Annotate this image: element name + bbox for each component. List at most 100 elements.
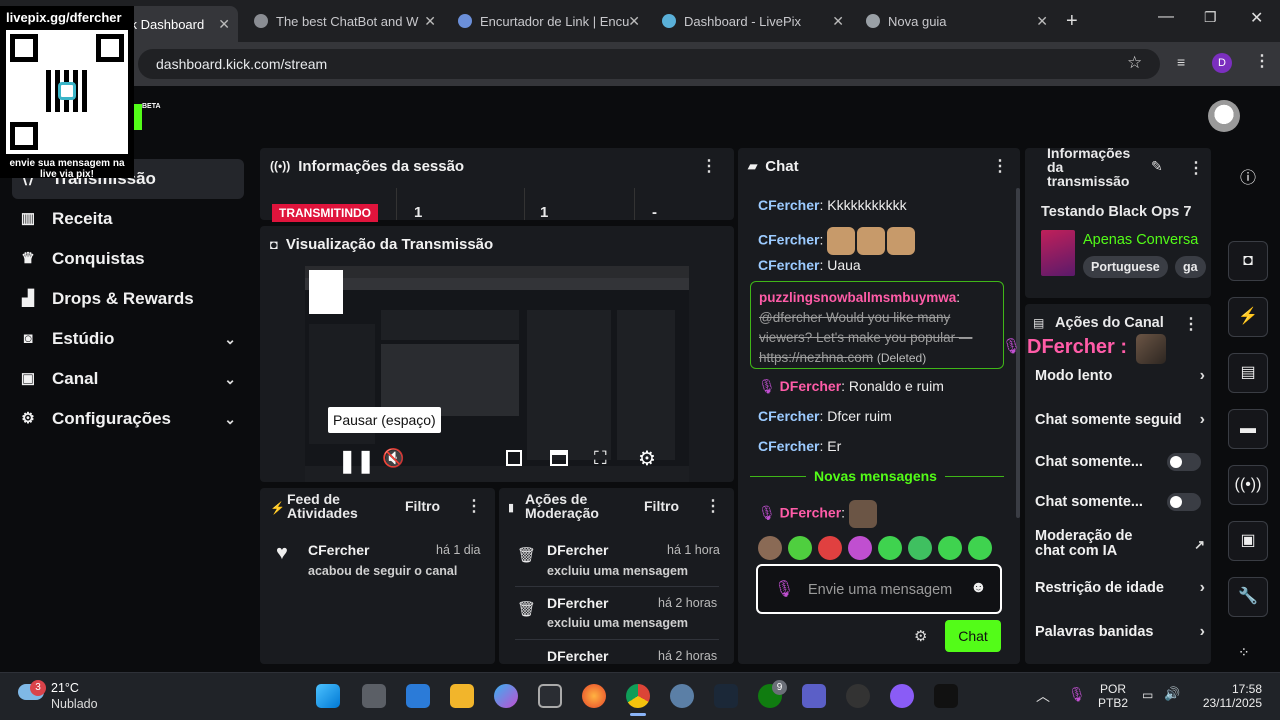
sidebar-item-estudio[interactable]: ◙ Estúdio ⌄: [12, 319, 244, 359]
volume-icon[interactable]: 🔊: [1164, 686, 1180, 702]
banned-words-row[interactable]: Palavras banidas ›: [1035, 622, 1205, 642]
slow-mode-row[interactable]: Modo lento ›: [1035, 366, 1205, 386]
restore-icon[interactable]: ❐: [1204, 9, 1217, 26]
sidebar-item-canal[interactable]: ▣ Canal ⌄: [12, 359, 244, 399]
theater-icon[interactable]: [550, 450, 568, 466]
emote-icon[interactable]: [878, 536, 902, 560]
send-chat-button[interactable]: Chat: [945, 620, 1001, 652]
app-icon[interactable]: [538, 684, 562, 708]
category-link[interactable]: Apenas Conversa: [1083, 232, 1198, 248]
chat-username[interactable]: CFercher: [758, 257, 819, 273]
new-tab-icon[interactable]: +: [1066, 10, 1078, 33]
chat-settings-gear-icon[interactable]: ⚙: [914, 627, 927, 645]
user-avatar[interactable]: [1208, 100, 1240, 132]
moderation-user[interactable]: DFercher: [547, 542, 608, 558]
fullscreen-icon[interactable]: ⛶: [594, 448, 607, 469]
moderation-user[interactable]: DFercher: [547, 595, 608, 611]
wrench-icon[interactable]: 🔧: [1228, 577, 1268, 617]
teams-icon[interactable]: [802, 684, 826, 708]
moderation-user[interactable]: DFercher: [547, 648, 608, 664]
more-options-icon[interactable]: ⋮: [992, 156, 1008, 176]
clock[interactable]: 17:58 23/11/2025: [1200, 682, 1262, 710]
tab-chatbot[interactable]: The best ChatBot and W ✕: [244, 6, 444, 36]
emote-icon[interactable]: [818, 536, 842, 560]
filter-button[interactable]: Filtro: [405, 498, 440, 514]
copilot-icon[interactable]: [494, 684, 518, 708]
followers-only-row[interactable]: Chat somente seguid ›: [1035, 410, 1205, 430]
windows-start-icon[interactable]: [316, 684, 340, 708]
mute-icon[interactable]: 🔇: [382, 448, 404, 469]
close-icon[interactable]: ✕: [1036, 13, 1048, 30]
bookmark-star-icon[interactable]: ☆: [1127, 53, 1142, 73]
window-close-icon[interactable]: ✕: [1250, 8, 1263, 28]
lightning-icon[interactable]: ⚡: [1228, 297, 1268, 337]
emote-icon[interactable]: [848, 536, 872, 560]
emote-icon[interactable]: [938, 536, 962, 560]
chrome-icon[interactable]: [626, 684, 650, 708]
emoji-icon[interactable]: ☻: [970, 579, 987, 597]
chat-username[interactable]: DFercher: [780, 505, 841, 521]
obs-icon[interactable]: [846, 684, 870, 708]
more-options-icon[interactable]: ⋮: [1188, 158, 1204, 178]
steam-icon[interactable]: [714, 684, 738, 708]
sidebar-item-configuracoes[interactable]: ⚙ Configurações ⌄: [12, 399, 244, 439]
url-input[interactable]: dashboard.kick.com/stream: [138, 49, 1160, 79]
call-of-duty-icon[interactable]: [934, 684, 958, 708]
close-icon[interactable]: ✕: [424, 13, 436, 30]
chat-username[interactable]: DFercher: [780, 378, 841, 394]
file-explorer-icon[interactable]: [450, 684, 474, 708]
layout-icon[interactable]: ▣: [1228, 521, 1268, 561]
broadcast-icon[interactable]: ((•)): [1228, 465, 1268, 505]
settings-gear-icon[interactable]: ⚙: [638, 446, 656, 471]
task-view-icon[interactable]: [362, 684, 386, 708]
chat-bubble-icon[interactable]: ▬: [1228, 409, 1268, 449]
chat-username[interactable]: CFercher: [758, 408, 819, 424]
chat-username[interactable]: CFercher: [758, 438, 819, 454]
more-options-icon[interactable]: ⋮: [701, 156, 717, 176]
ai-moderation-row[interactable]: Moderação de chat com IA ↗: [1035, 528, 1205, 560]
chat-username[interactable]: CFercher: [758, 232, 819, 248]
browser-menu-icon[interactable]: ⋮: [1254, 51, 1270, 71]
tray-chevron-up-icon[interactable]: ︿: [1036, 686, 1050, 706]
media-control-icon[interactable]: ≡: [1177, 54, 1185, 70]
chat-input[interactable]: 🎙 Envie uma mensagem ☻: [756, 564, 1002, 614]
more-options-icon[interactable]: ⋮: [705, 496, 721, 516]
info-icon[interactable]: ⓘ: [1240, 164, 1256, 188]
tab-nova-guia[interactable]: Nova guia ✕: [856, 6, 1056, 36]
pause-icon[interactable]: ❚❚: [338, 448, 375, 474]
close-icon[interactable]: ✕: [832, 13, 844, 30]
age-restriction-row[interactable]: Restrição de idade ›: [1035, 578, 1205, 598]
network-icon[interactable]: ▭: [1142, 688, 1153, 702]
apps-dots-icon[interactable]: ⁘: [1238, 644, 1250, 661]
document-icon[interactable]: ▤: [1228, 353, 1268, 393]
toggle-switch[interactable]: [1167, 493, 1201, 511]
tab-encurtador[interactable]: Encurtador de Link | Encu ✕: [448, 6, 648, 36]
close-icon[interactable]: ✕: [628, 13, 640, 30]
tray-mic-icon[interactable]: 🎙: [1068, 686, 1086, 703]
sidebar-item-conquistas[interactable]: ♛ Conquistas: [12, 239, 244, 279]
activity-user[interactable]: CFercher: [308, 542, 369, 558]
emote-icon[interactable]: [758, 536, 782, 560]
language-indicator[interactable]: POR PTB2: [1098, 682, 1128, 710]
emote-icon[interactable]: [908, 536, 932, 560]
emote-icon[interactable]: [788, 536, 812, 560]
chat-app-icon[interactable]: [890, 684, 914, 708]
sidebar-item-receita[interactable]: ▥ Receita: [12, 199, 244, 239]
sidebar-item-drops[interactable]: ▟ Drops & Rewards: [12, 279, 244, 319]
filter-button[interactable]: Filtro: [644, 498, 679, 514]
profile-avatar[interactable]: D: [1212, 53, 1232, 73]
capture-icon[interactable]: ◘: [1228, 241, 1268, 281]
emote-icon[interactable]: [968, 536, 992, 560]
pip-icon[interactable]: [506, 450, 522, 466]
chat-username[interactable]: puzzlingsnowballmsmbuymwa: [759, 290, 956, 305]
settings-icon[interactable]: [670, 684, 694, 708]
close-icon[interactable]: ✕: [218, 16, 230, 33]
toggle-switch[interactable]: [1167, 453, 1201, 471]
store-icon[interactable]: [406, 684, 430, 708]
more-options-icon[interactable]: ⋮: [466, 496, 482, 516]
firefox-icon[interactable]: [582, 684, 606, 708]
tab-livepix[interactable]: Dashboard - LivePix ✕: [652, 6, 852, 36]
chat-username[interactable]: CFercher: [758, 197, 819, 213]
minimize-icon[interactable]: —: [1158, 8, 1174, 26]
more-options-icon[interactable]: ⋮: [1183, 314, 1199, 334]
